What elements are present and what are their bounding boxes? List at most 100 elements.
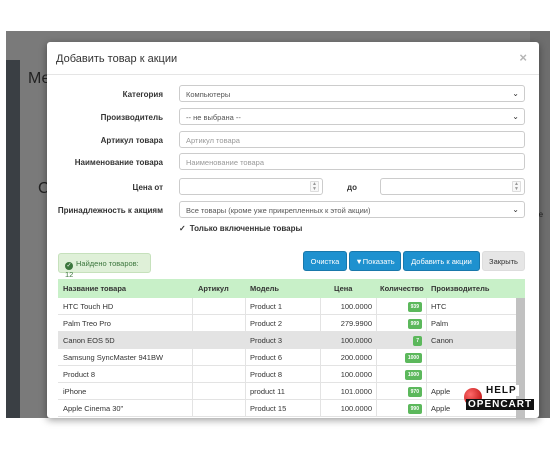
cell-divider	[426, 298, 427, 314]
cell-name: Palm Treo Pro	[63, 319, 111, 328]
found-count-badge: ✓ Найдено товаров: 12	[58, 253, 151, 279]
cell-divider	[426, 383, 427, 399]
cell-name: Samsung SyncMaster 941BW	[63, 353, 164, 362]
logo-line-1: HELP	[484, 385, 519, 396]
cell-price: 100.0000	[340, 336, 372, 345]
cell-divider	[192, 315, 193, 331]
filter-icon: ▼	[355, 257, 363, 266]
table-row[interactable]: Canon EOS 5D Product 3 100.0000 Canon 7	[58, 332, 525, 349]
qty-badge: 1000	[404, 353, 422, 363]
cell-divider	[426, 400, 427, 416]
cell-price: 100.0000	[340, 302, 372, 311]
cell-maker: Canon	[431, 336, 454, 345]
cell-price: 100.0000	[340, 404, 372, 413]
col-qty-header: Количество	[380, 284, 424, 293]
spinner-icon[interactable]: ▲ ▼	[512, 181, 521, 192]
clear-button[interactable]: Очистка	[303, 251, 347, 271]
manufacturer-label: Производитель	[100, 113, 163, 122]
col-sku-header: Артикул	[198, 284, 229, 293]
table-row[interactable]: HTC Touch HD Product 1 100.0000 HTC 939	[58, 298, 525, 315]
cell-divider	[320, 400, 321, 416]
add-product-modal: Добавить товар к акции × Категория Компь…	[47, 42, 539, 418]
sku-input[interactable]: Артикул товара	[179, 131, 525, 148]
price-from-input[interactable]: ▲ ▼	[179, 178, 323, 195]
found-count-text: Найдено товаров: 12	[65, 259, 139, 279]
price-to-input[interactable]: ▲ ▼	[380, 178, 525, 195]
belong-label: Принадлежность к акциям	[57, 206, 163, 215]
modal-title: Добавить товар к акции	[56, 53, 178, 65]
cell-name: Apple Cinema 30"	[63, 404, 124, 413]
show-button[interactable]: ▼Показать	[349, 251, 401, 271]
cell-divider	[376, 400, 377, 416]
cell-divider	[376, 332, 377, 348]
admin-sidebar	[6, 60, 20, 418]
cell-divider	[320, 366, 321, 382]
cell-divider	[192, 332, 193, 348]
name-input[interactable]: Наименование товара	[179, 153, 525, 170]
cell-price: 101.0000	[340, 387, 372, 396]
table-row[interactable]: iPhone product 11 101.0000 Apple 970	[58, 383, 525, 400]
chevron-down-icon: ⌄	[512, 89, 519, 98]
qty-badge: 990	[407, 404, 422, 414]
table-row[interactable]: Product 8 Product 8 100.0000 1000	[58, 366, 525, 383]
table-row[interactable]: Apple Cinema 30" Product 15 100.0000 Apple 9…	[58, 400, 525, 417]
only-enabled-label: Только включенные товары	[189, 224, 303, 233]
belong-row: Принадлежность к акциям Все товары (кром…	[47, 201, 539, 219]
show-button-label: Показать	[362, 257, 395, 266]
products-table: Название товара Артикул Модель Цена Коли…	[58, 279, 525, 417]
name-row: Наименование товара Наименование товара	[47, 153, 539, 171]
cell-divider	[192, 383, 193, 399]
cell-model: Product 3	[250, 336, 283, 345]
cell-maker: HTC	[431, 302, 447, 311]
cell-divider	[320, 298, 321, 314]
cell-price: 200.0000	[340, 353, 372, 362]
cell-price: 279.9900	[340, 319, 372, 328]
add-to-promo-button[interactable]: Добавить к акции	[403, 251, 480, 271]
col-price-header: Цена	[334, 284, 353, 293]
cell-maker: Apple	[431, 404, 451, 413]
cell-divider	[245, 332, 246, 348]
price-from-label: Цена от	[132, 183, 164, 192]
spinner-icon[interactable]: ▲ ▼	[310, 181, 319, 192]
cell-divider	[376, 315, 377, 331]
cell-name: Canon EOS 5D	[63, 336, 115, 345]
cell-divider	[192, 400, 193, 416]
price-row: Цена от ▲ ▼ до ▲ ▼	[47, 178, 539, 196]
belong-select[interactable]: Все товары (кроме уже прикрепленных к эт…	[179, 201, 525, 218]
belong-value: Все товары (кроме уже прикрепленных к эт…	[186, 206, 371, 215]
cell-divider	[245, 349, 246, 365]
price-to-label: до	[347, 183, 357, 192]
cell-divider	[245, 315, 246, 331]
qty-badge: 7	[413, 336, 422, 346]
logo-line-2: OPENCART	[466, 399, 535, 410]
close-button[interactable]: Закрыть	[482, 251, 525, 271]
cell-divider	[320, 383, 321, 399]
col-maker-header: Производитель	[431, 284, 490, 293]
close-icon[interactable]: ×	[519, 50, 527, 65]
cell-price: 100.0000	[340, 370, 372, 379]
category-select[interactable]: Компьютеры ⌄	[179, 85, 525, 102]
col-model-header: Модель	[250, 284, 280, 293]
cell-divider	[320, 349, 321, 365]
check-icon: ✓	[179, 224, 186, 233]
help-opencart-logo: HELP OPENCART	[462, 383, 544, 413]
cell-model: Product 6	[250, 353, 283, 362]
cell-divider	[426, 315, 427, 331]
cell-divider	[245, 400, 246, 416]
only-enabled-checkbox[interactable]: ✓ Только включенные товары	[179, 224, 302, 233]
cell-divider	[245, 366, 246, 382]
cell-model: Product 1	[250, 302, 283, 311]
table-row[interactable]: Samsung SyncMaster 941BW Product 6 200.000…	[58, 349, 525, 366]
cell-divider	[192, 298, 193, 314]
table-row[interactable]: Palm Treo Pro Product 2 279.9900 Palm 999	[58, 315, 525, 332]
cell-divider	[320, 332, 321, 348]
cell-divider	[426, 332, 427, 348]
cell-model: Product 15	[250, 404, 287, 413]
chevron-down-icon: ⌄	[512, 205, 519, 214]
cell-divider	[320, 315, 321, 331]
manufacturer-select[interactable]: -- не выбрана -- ⌄	[179, 108, 525, 125]
manufacturer-row: Производитель -- не выбрана -- ⌄	[47, 108, 539, 126]
cell-divider	[192, 366, 193, 382]
cell-model: Product 8	[250, 370, 283, 379]
qty-badge: 970	[407, 387, 422, 397]
